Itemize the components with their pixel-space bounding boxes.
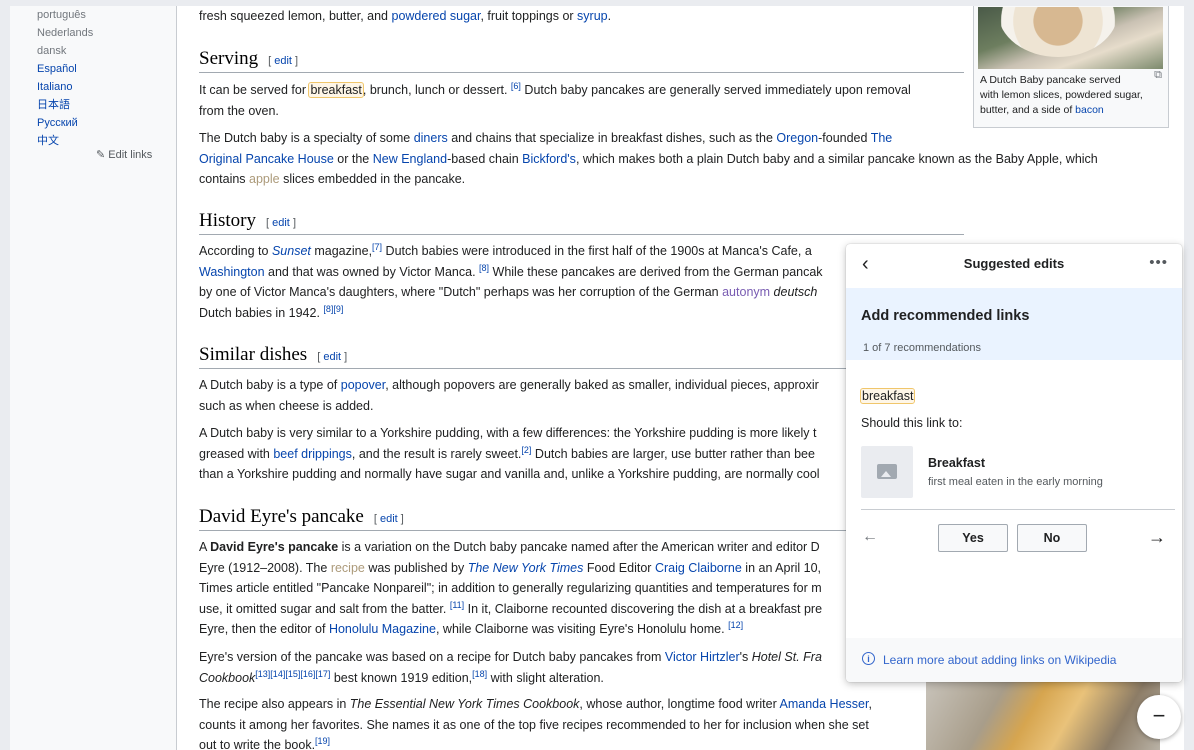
link-amanda-hesser[interactable]: Amanda Hesser — [780, 697, 869, 711]
dutch-baby-photo[interactable] — [978, 7, 1163, 69]
panel-heading-band: Add recommended links 1 of 7 recommendat… — [846, 288, 1182, 360]
ref-11[interactable]: [11] — [450, 599, 464, 609]
arrow-left-icon[interactable]: ← — [862, 528, 878, 546]
ref-7[interactable]: [7] — [372, 242, 382, 252]
link-new-york-times[interactable]: The New York Times — [468, 561, 584, 575]
ref-6[interactable]: [6] — [511, 81, 521, 91]
link-target-description: first meal eaten in the early morning — [928, 476, 1103, 488]
serving-paragraph-1: It can be served for breakfast, brunch, … — [199, 80, 911, 118]
intro-paragraph-tail: fresh squeezed lemon, butter, and powder… — [199, 9, 612, 23]
learn-more-link[interactable]: Learn more about adding links on Wikiped… — [883, 653, 1116, 667]
edit-section-similar-dishes[interactable]: edit — [323, 351, 341, 363]
sidebar: português Nederlands dansk Español Itali… — [10, 6, 177, 750]
panel-heading: Add recommended links — [861, 308, 1030, 324]
link-the-original-pancake-house-2[interactable]: Original Pancake House — [199, 152, 334, 166]
edit-section-history[interactable]: edit — [272, 217, 290, 229]
more-options-icon[interactable]: ••• — [1149, 254, 1168, 271]
panel-header: ‹ Suggested edits ••• — [846, 244, 1182, 284]
figure-dutch-baby: ⧉ A Dutch Baby pancake served with lemon … — [973, 6, 1169, 128]
link-recipe[interactable]: recipe — [331, 561, 365, 575]
no-button[interactable]: No — [1017, 524, 1087, 552]
heading-history: History[ edit ] — [199, 210, 964, 235]
link-victor-hirtzler[interactable]: Victor Hirtzler — [665, 650, 740, 664]
link-bickfords[interactable]: Bickford's — [522, 152, 576, 166]
link-popover[interactable]: popover — [341, 378, 385, 392]
similar-paragraph-1: A Dutch baby is a type of popover, altho… — [199, 378, 819, 413]
ref-8-9[interactable]: [8][9] — [323, 303, 343, 313]
suggested-phrase: breakfast — [859, 388, 916, 404]
arrow-right-icon[interactable]: → — [1148, 527, 1166, 548]
eyre-paragraph-2: Eyre's version of the pancake was based … — [199, 650, 822, 685]
language-link-dansk[interactable]: dansk — [37, 44, 66, 58]
yes-button[interactable]: Yes — [938, 524, 1008, 552]
eyre-paragraph-3: The recipe also appears in The Essential… — [199, 697, 872, 750]
link-new-england[interactable]: New England — [373, 152, 447, 166]
link-diners[interactable]: diners — [414, 131, 448, 145]
language-link-japanese[interactable]: 日本語 — [37, 98, 70, 112]
link-powdered-sugar[interactable]: powdered sugar — [392, 9, 481, 23]
language-link-chinese[interactable]: 中文 — [37, 134, 59, 148]
link-sunset[interactable]: Sunset — [272, 244, 311, 258]
serving-paragraph-2: The Dutch baby is a specialty of some di… — [199, 131, 1098, 186]
eyre-paragraph-1: A David Eyre's pancake is a variation on… — [199, 540, 823, 636]
ref-12[interactable]: [12] — [728, 620, 743, 630]
link-question: Should this link to: — [861, 416, 963, 430]
image-placeholder-icon — [861, 446, 913, 498]
highlighted-word-breakfast[interactable]: breakfast — [308, 82, 364, 98]
language-link-espanol[interactable]: Español — [37, 62, 77, 76]
link-beef-drippings[interactable]: beef drippings — [273, 447, 352, 461]
suggested-edits-panel: ‹ Suggested edits ••• Add recommended li… — [846, 244, 1182, 682]
link-honolulu-magazine[interactable]: Honolulu Magazine — [329, 622, 436, 636]
language-link-nederlands[interactable]: Nederlands — [37, 26, 93, 40]
heading-serving: Serving[ edit ] — [199, 48, 964, 73]
ref-8[interactable]: [8] — [479, 262, 489, 272]
link-apple[interactable]: apple — [249, 172, 280, 186]
history-paragraph: According to Sunset magazine,[7] Dutch b… — [199, 241, 823, 320]
language-link-portugues[interactable]: português — [37, 8, 86, 22]
link-oregon[interactable]: Oregon — [776, 131, 818, 145]
link-bacon[interactable]: bacon — [1075, 104, 1104, 116]
figure-caption: A Dutch Baby pancake served with lemon sl… — [980, 74, 1143, 116]
ref-19[interactable]: [19] — [315, 736, 330, 746]
recommendation-progress: 1 of 7 recommendations — [863, 342, 982, 354]
ref-2[interactable]: [2] — [521, 444, 531, 454]
language-link-russian[interactable]: Русский — [37, 116, 78, 130]
link-autonym[interactable]: autonym — [722, 285, 770, 299]
similar-paragraph-2: A Dutch baby is very similar to a Yorksh… — [199, 426, 820, 481]
link-target-title[interactable]: Breakfast — [928, 456, 985, 470]
language-link-italiano[interactable]: Italiano — [37, 80, 72, 94]
edit-section-serving[interactable]: edit — [274, 55, 292, 67]
panel-title: Suggested edits — [963, 256, 1065, 271]
minus-icon: − — [1152, 703, 1166, 728]
divider — [861, 509, 1175, 510]
ref-18[interactable]: [18] — [472, 668, 487, 678]
pencil-icon: ✎ — [96, 149, 106, 161]
minimize-button[interactable]: − — [1137, 695, 1181, 739]
edit-section-david-eyres-pancake[interactable]: edit — [380, 513, 398, 525]
link-syrup[interactable]: syrup — [577, 9, 608, 23]
link-craig-claiborne[interactable]: Craig Claiborne — [655, 561, 742, 575]
panel-footer: i Learn more about adding links on Wikip… — [846, 638, 1182, 682]
ref-13-17[interactable]: [13][14][15][16][17] — [255, 668, 330, 678]
info-icon: i — [862, 652, 875, 665]
link-the-original-pancake-house[interactable]: The — [871, 131, 893, 145]
figure-pancake-photo[interactable] — [926, 681, 1160, 750]
edit-links[interactable]: ✎ Edit links — [96, 148, 152, 161]
link-washington[interactable]: Washington — [199, 265, 265, 279]
